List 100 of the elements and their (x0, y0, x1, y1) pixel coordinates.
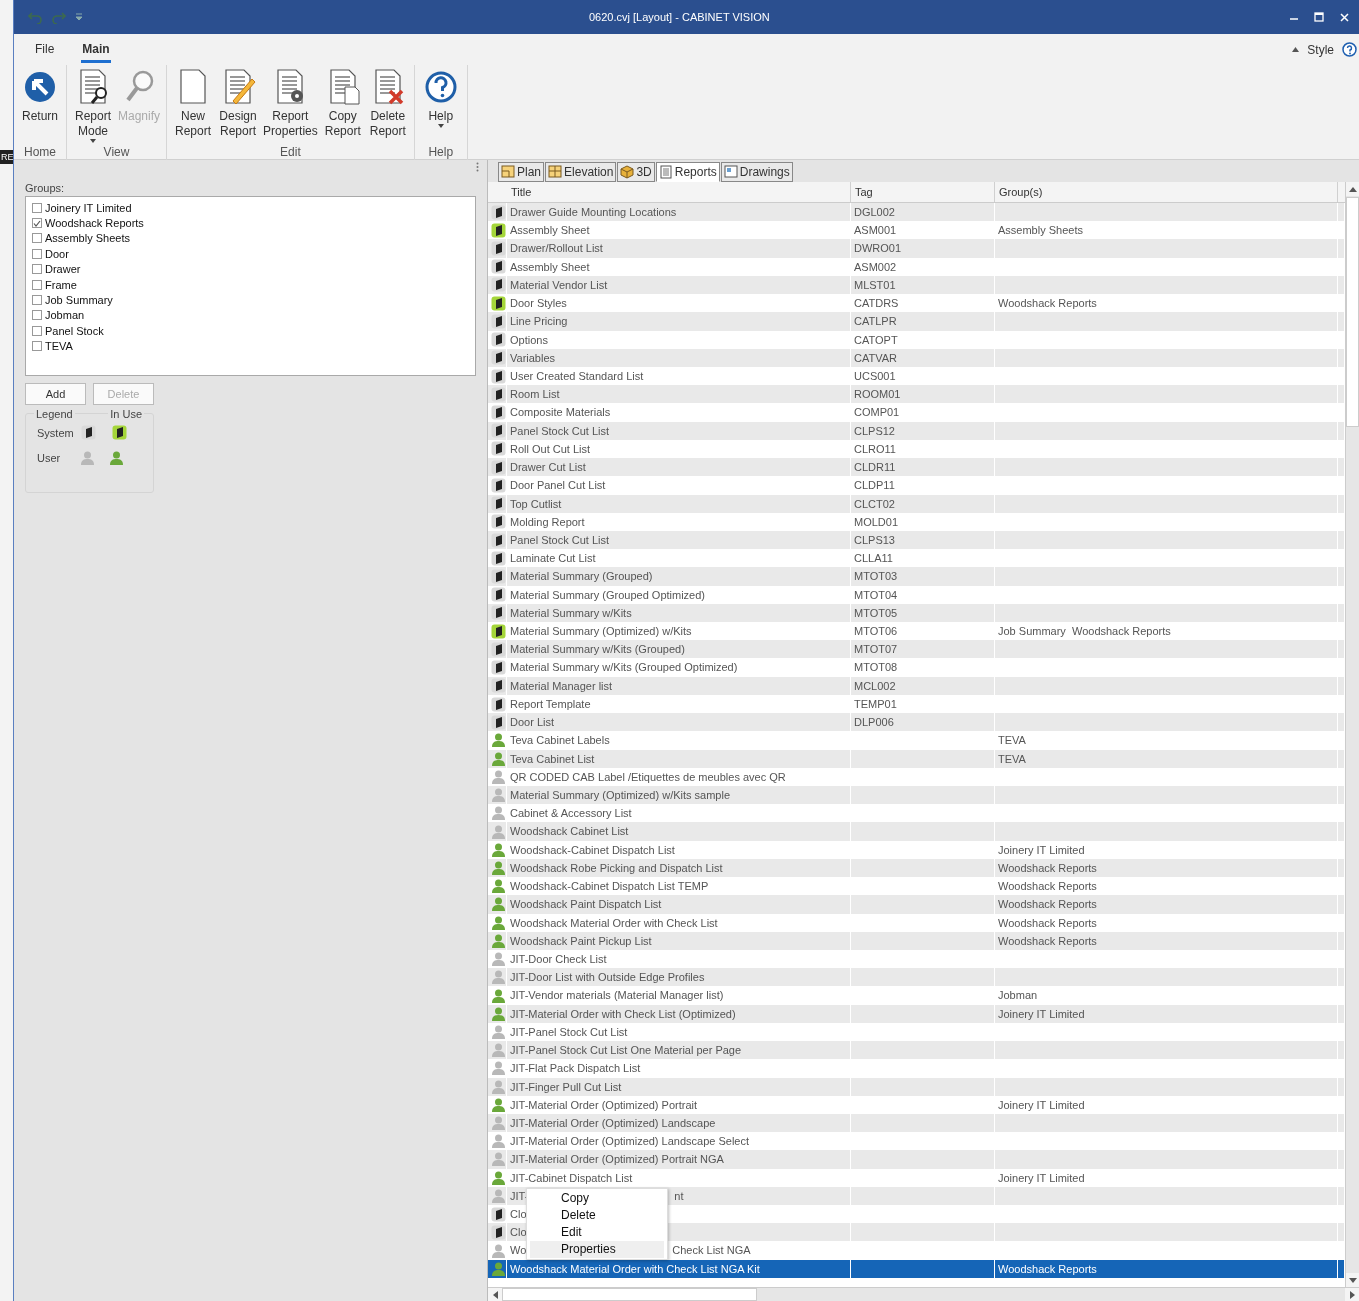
report-title[interactable]: JIT-Flat Pack Dispatch List (510, 1062, 641, 1075)
vertical-scrollbar[interactable] (1345, 182, 1359, 1287)
report-title[interactable]: Panel Stock Cut List (510, 424, 610, 437)
checkbox[interactable] (32, 341, 42, 352)
checkbox[interactable] (32, 218, 42, 229)
add-button[interactable]: Add (25, 383, 86, 405)
ribbon-button[interactable]: Return (18, 65, 62, 145)
checkbox[interactable] (32, 264, 42, 275)
menu-item[interactable]: Delete (530, 1207, 664, 1224)
report-title[interactable]: Woodshack Paint Pickup List (510, 934, 652, 947)
report-title[interactable]: JIT-Door List with Outside Edge Profiles (510, 971, 705, 984)
ribbon-button[interactable]: Report Properties (261, 65, 320, 145)
report-title[interactable]: QR CODED CAB Label /Etiquettes de meubles avec QR (510, 770, 786, 783)
report-title[interactable]: Teva Cabinet List (510, 752, 595, 765)
report-title[interactable]: Cabinet & Accessory List (510, 807, 632, 820)
scroll-left-icon[interactable] (492, 1291, 498, 1299)
report-title[interactable]: Assembly Sheet (510, 260, 590, 273)
scroll-thumb[interactable] (1346, 197, 1359, 427)
report-title[interactable]: JIT-Material Order (Optimized) Landscape (510, 1116, 716, 1129)
splitter-grip-icon[interactable] (476, 162, 479, 172)
report-title[interactable]: JIT-Finger Pull Cut List (510, 1080, 622, 1093)
report-title[interactable]: Material Summary (Grouped Optimized) (510, 588, 705, 601)
column-header[interactable]: Tag (851, 182, 995, 202)
report-title[interactable]: Laminate Cut List (510, 552, 596, 565)
report-title[interactable]: JIT-Material Order (Optimized) Portrait NGA (510, 1153, 724, 1166)
report-title[interactable]: Molding Report (510, 515, 585, 528)
report-title[interactable]: Woodshack-Cabinet Dispatch List TEMP (510, 880, 709, 893)
report-title[interactable]: Material Summary (Optimized) w/Kits sample (510, 789, 731, 801)
menu-item[interactable]: Edit (530, 1224, 664, 1241)
ribbon-tab[interactable]: File (34, 42, 56, 63)
scroll-up-icon[interactable] (1349, 186, 1357, 192)
ribbon-tab[interactable]: Main (81, 42, 111, 63)
close-icon[interactable] (1340, 12, 1349, 22)
report-title[interactable]: Material Summary w/Kits (Grouped Optimized) (510, 661, 738, 674)
menu-item[interactable]: Copy (530, 1190, 664, 1207)
checkbox[interactable] (32, 233, 42, 244)
view-tab[interactable]: Elevation (545, 162, 617, 182)
style-menu[interactable]: Style (1307, 42, 1334, 57)
ribbon-button[interactable]: New Report (171, 65, 216, 145)
report-title[interactable]: Door List (510, 716, 555, 729)
help-icon[interactable] (1342, 42, 1357, 57)
column-header[interactable]: Title (507, 182, 851, 202)
ribbon-button[interactable]: Copy Report (320, 65, 365, 145)
report-title[interactable]: Assembly Sheet (510, 224, 590, 237)
report-title[interactable]: JIT-Material Order with Check List (Optimized) (510, 1007, 736, 1020)
ribbon-button[interactable]: Design Report (216, 65, 261, 145)
report-title[interactable]: Door Styles (510, 297, 567, 310)
report-title[interactable]: Report Template (510, 697, 591, 710)
ribbon-button[interactable]: Delete Report (365, 65, 410, 145)
report-title[interactable]: Drawer Cut List (510, 461, 586, 474)
report-title[interactable]: Material Summary w/Kits (Grouped) (510, 643, 685, 656)
checkbox[interactable] (32, 325, 42, 336)
report-title[interactable]: Woodshack Material Order with Check List NGA Kit (510, 1262, 760, 1275)
report-title[interactable]: Material Summary w/Kits (510, 606, 632, 619)
report-title[interactable]: Woodshack Cabinet List (510, 825, 629, 838)
report-title[interactable]: Woodshack Material Order with Check List (510, 916, 718, 929)
column-header[interactable]: Group(s) (995, 182, 1338, 202)
report-title[interactable]: Drawer/Rollout List (510, 242, 603, 255)
report-title[interactable]: JIT-Door Check List (510, 952, 607, 965)
maximize-icon[interactable] (1314, 12, 1324, 22)
report-title[interactable]: JIT-Panel Stock Cut List One Material per Page (510, 1044, 742, 1057)
report-title[interactable]: Material Summary (Optimized) w/Kits (510, 625, 692, 638)
view-tab[interactable]: Reports (655, 162, 720, 182)
report-title[interactable]: User Created Standard List (510, 369, 644, 382)
report-title[interactable]: Top Cutlist (510, 497, 562, 510)
report-title[interactable]: Material Vendor List (510, 278, 608, 291)
report-title[interactable]: Woodshack Robe Picking and Dispatch List (510, 861, 723, 874)
report-title[interactable]: Door Panel Cut List (510, 479, 606, 492)
collapse-caret-icon[interactable] (1292, 47, 1300, 52)
report-title[interactable]: JIT-Panel Stock Cut List (510, 1025, 628, 1038)
report-title[interactable]: JIT-Material Order (Optimized) Portrait (510, 1098, 698, 1111)
ribbon-button[interactable]: Report Mode (71, 65, 115, 145)
report-title[interactable]: Material Manager list (510, 679, 613, 692)
report-title[interactable]: Material Summary (Grouped) (510, 570, 653, 583)
report-title[interactable]: Room List (510, 388, 560, 401)
checkbox[interactable] (32, 310, 42, 321)
report-title[interactable]: Line Pricing (510, 315, 568, 328)
checkbox[interactable] (32, 279, 42, 290)
report-title[interactable]: Woodshack-Cabinet Dispatch List (510, 843, 675, 856)
checkbox[interactable] (32, 295, 42, 306)
report-title[interactable]: Clo (510, 1226, 527, 1239)
view-tab[interactable]: Plan (498, 162, 545, 182)
view-tab[interactable]: Drawings (720, 162, 793, 182)
report-title[interactable]: Woodshack Paint Dispatch List (510, 898, 662, 911)
report-title[interactable]: Options (510, 333, 548, 346)
report-title[interactable]: Wo (510, 1244, 527, 1257)
menu-item[interactable]: Properties (530, 1241, 664, 1258)
dropdown-icon[interactable] (76, 13, 82, 21)
report-title[interactable]: JIT-Material Order (Optimized) Landscape Select (510, 1135, 750, 1148)
view-tab[interactable]: 3D (617, 162, 655, 182)
report-title[interactable]: JIT-Vendor materials (Material Manager list) (510, 989, 724, 1002)
checkbox[interactable] (32, 202, 42, 213)
scroll-down-icon[interactable] (1349, 1277, 1357, 1283)
report-title[interactable]: Drawer Guide Mounting Locations (510, 206, 677, 218)
report-title[interactable]: Composite Materials (510, 406, 611, 419)
report-title[interactable]: Panel Stock Cut List (510, 533, 610, 546)
report-title[interactable]: Roll Out Cut List (510, 442, 591, 455)
report-title[interactable]: JIT-Cabinet Dispatch List (510, 1171, 633, 1184)
report-title[interactable]: Clo (510, 1208, 527, 1221)
report-title[interactable]: Teva Cabinet Labels (510, 734, 610, 747)
